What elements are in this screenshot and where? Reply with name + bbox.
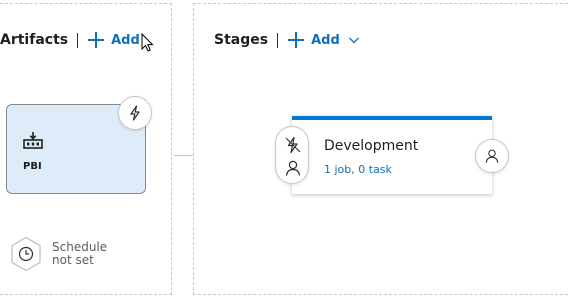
- mouse-cursor-icon: [141, 33, 154, 52]
- chevron-down-icon: [348, 37, 359, 44]
- plus-icon: [87, 31, 105, 49]
- lightning-icon: [130, 105, 140, 121]
- post-deployment-approvals-button[interactable]: [475, 139, 509, 173]
- stage-name[interactable]: Development: [324, 138, 418, 154]
- schedule-status[interactable]: Schedule not set: [10, 236, 107, 272]
- artifacts-header: Artifacts Add: [0, 28, 155, 52]
- header-divider: [77, 32, 79, 48]
- stage-card-development[interactable]: Development 1 job, 0 task: [292, 116, 492, 194]
- stages-title: Stages: [214, 32, 269, 48]
- person-icon: [485, 149, 499, 163]
- header-divider: [277, 32, 279, 48]
- build-artifact-icon: [23, 132, 43, 149]
- add-stage-button[interactable]: Add: [287, 31, 360, 49]
- add-artifact-button[interactable]: Add: [87, 31, 140, 49]
- person-icon[interactable]: [284, 159, 302, 177]
- clock-icon: [11, 236, 41, 272]
- add-stage-label: Add: [311, 32, 340, 48]
- artifact-name: PBI: [23, 161, 42, 172]
- add-artifact-label: Add: [111, 32, 140, 48]
- schedule-text: Schedule not set: [52, 241, 107, 267]
- continuous-deployment-trigger-button[interactable]: [118, 96, 152, 130]
- schedule-line2: not set: [52, 253, 94, 267]
- trigger-icon[interactable]: [284, 136, 302, 154]
- stages-header: Stages Add: [214, 28, 360, 52]
- stage-tasks-link[interactable]: 1 job, 0 task: [324, 163, 392, 176]
- plus-icon: [287, 31, 305, 49]
- pre-deployment-conditions[interactable]: [275, 126, 309, 184]
- artifacts-title: Artifacts: [0, 32, 69, 48]
